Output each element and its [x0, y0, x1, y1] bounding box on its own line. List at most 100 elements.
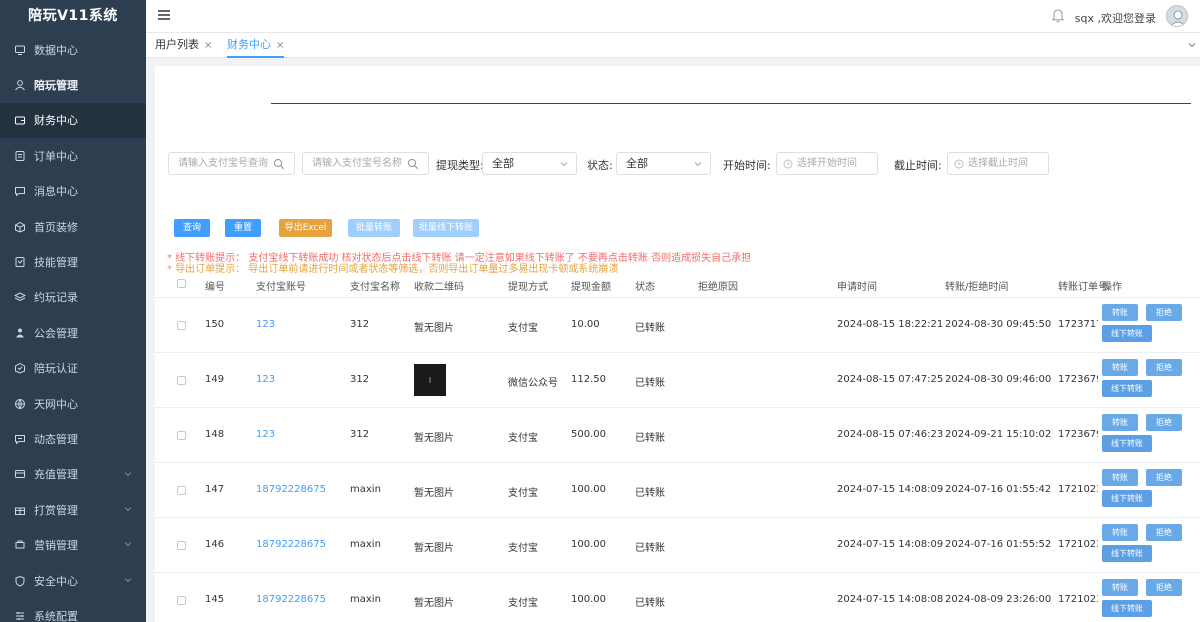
offline-transfer-button[interactable]: 线下转账: [1102, 600, 1152, 617]
sidebar-item-17[interactable]: 系统配置: [0, 598, 146, 622]
sidebar-item-label: 充值管理: [34, 468, 78, 482]
sidebar-item-16[interactable]: 安全中心: [0, 563, 146, 598]
menu-toggle-icon[interactable]: [158, 10, 170, 20]
offline-transfer-button[interactable]: 线下转账: [1102, 490, 1152, 507]
bell-icon[interactable]: [1050, 8, 1066, 24]
transfer-button[interactable]: 转账: [1102, 469, 1138, 486]
select-all-checkbox[interactable]: [177, 279, 186, 288]
batch-transfer-button[interactable]: 批量转账: [348, 219, 400, 237]
sidebar-item-8[interactable]: 约玩记录: [0, 280, 146, 315]
sidebar-item-label: 动态管理: [34, 432, 78, 446]
reset-button[interactable]: 重置: [225, 219, 261, 237]
cell-alipay-account[interactable]: 123: [256, 319, 275, 330]
end-time-picker[interactable]: 选择截止时间: [947, 152, 1049, 175]
withdraw-type-select[interactable]: 全部: [482, 152, 577, 175]
cell-qr-code: 暂无图片: [414, 598, 454, 609]
cell-qr-code: 暂无图片: [414, 543, 454, 554]
export-excel-button[interactable]: 导出Excel: [279, 219, 332, 237]
qr-code-image[interactable]: [414, 364, 446, 396]
row-checkbox[interactable]: [177, 541, 186, 550]
cell-alipay-account[interactable]: 18792228675: [256, 594, 326, 605]
sidebar-item-14[interactable]: 打赏管理: [0, 492, 146, 527]
sidebar-item-15[interactable]: 营销管理: [0, 527, 146, 562]
chevron-down-icon: [694, 162, 702, 167]
transfer-button[interactable]: 转账: [1102, 524, 1138, 541]
cell-alipay-account[interactable]: 18792228675: [256, 539, 326, 550]
close-icon[interactable]: ×: [204, 40, 212, 51]
transfer-button[interactable]: 转账: [1102, 579, 1138, 596]
sidebar-item-4[interactable]: 订单中心: [0, 138, 146, 173]
col-header-apply-time: 申请时间: [837, 282, 877, 293]
tab-finance-center[interactable]: 财务中心 ×: [227, 33, 285, 58]
box-icon: [14, 221, 26, 233]
alipay-name-search-input[interactable]: 请输入支付宝号名称: [302, 152, 429, 175]
reject-button[interactable]: 拒绝: [1146, 469, 1182, 486]
sidebar-item-13[interactable]: 充值管理: [0, 457, 146, 492]
search-icon[interactable]: [407, 158, 419, 170]
sidebar-item-6[interactable]: 首页装修: [0, 209, 146, 244]
reject-button[interactable]: 拒绝: [1146, 359, 1182, 376]
offline-transfer-button[interactable]: 线下转账: [1102, 380, 1152, 397]
settings-icon: [14, 610, 26, 622]
row-checkbox[interactable]: [177, 486, 186, 495]
avatar[interactable]: [1166, 5, 1188, 27]
offline-transfer-button[interactable]: 线下转账: [1102, 325, 1152, 342]
chevron-down-icon[interactable]: [1188, 41, 1196, 49]
cell-apply-time: 2024-07-15 14:08:08: [837, 594, 944, 605]
col-header-withdraw-method: 提现方式: [508, 282, 548, 293]
search-icon[interactable]: [273, 158, 285, 170]
reject-button[interactable]: 拒绝: [1146, 524, 1182, 541]
transfer-button[interactable]: 转账: [1102, 304, 1138, 321]
chevron-down-icon: [124, 471, 132, 476]
row-divider: [155, 572, 1200, 573]
cell-withdraw-method: 微信公众号: [508, 378, 558, 389]
cell-withdraw-method: 支付宝: [508, 598, 538, 609]
row-divider: [155, 297, 1200, 298]
tab-user-list[interactable]: 用户列表 ×: [155, 33, 212, 58]
cell-withdraw-method: 支付宝: [508, 543, 538, 554]
sidebar-item-7[interactable]: 技能管理: [0, 244, 146, 279]
reject-button[interactable]: 拒绝: [1146, 579, 1182, 596]
status-select[interactable]: 全部: [616, 152, 711, 175]
query-button[interactable]: 查询: [174, 219, 210, 237]
cell-alipay-account[interactable]: 123: [256, 374, 275, 385]
transfer-button[interactable]: 转账: [1102, 359, 1138, 376]
col-header-status: 状态: [635, 282, 655, 293]
offline-transfer-button[interactable]: 线下转账: [1102, 435, 1152, 452]
row-checkbox[interactable]: [177, 431, 186, 440]
reject-button[interactable]: 拒绝: [1146, 304, 1182, 321]
sidebar-item-10[interactable]: 陪玩认证: [0, 351, 146, 386]
sidebar-item-9[interactable]: 公会管理: [0, 315, 146, 350]
sidebar-item-11[interactable]: 天网中心: [0, 386, 146, 421]
col-header-alipay-name: 支付宝名称: [350, 282, 400, 293]
sidebar-item-label: 安全中心: [34, 574, 78, 588]
sidebar-item-3[interactable]: 财务中心: [0, 102, 146, 139]
sidebar-item-5[interactable]: 消息中心: [0, 174, 146, 209]
cell-status: 已转账: [635, 378, 665, 389]
sidebar-item-2[interactable]: 陪玩管理: [0, 67, 146, 102]
transfer-button[interactable]: 转账: [1102, 414, 1138, 431]
batch-offline-transfer-button[interactable]: 批量线下转账: [413, 219, 479, 237]
row-checkbox[interactable]: [177, 321, 186, 330]
sidebar-item-label: 打赏管理: [34, 503, 78, 517]
close-icon[interactable]: ×: [276, 40, 284, 51]
cell-alipay-account[interactable]: 123: [256, 429, 275, 440]
row-divider: [155, 407, 1200, 408]
reject-button[interactable]: 拒绝: [1146, 414, 1182, 431]
sidebar-menu: 数据中心 陪玩管理 财务中心 订单中心 消息中心 首页装修 技能管理 约玩记录 公会管理 陪玩认证…: [0, 32, 146, 622]
offline-transfer-button[interactable]: 线下转账: [1102, 545, 1152, 562]
alipay-account-search-input[interactable]: 请输入支付宝号查询: [168, 152, 295, 175]
cell-alipay-account[interactable]: 18792228675: [256, 484, 326, 495]
sidebar-item-1[interactable]: 数据中心: [0, 32, 146, 67]
sidebar-item-12[interactable]: 动态管理: [0, 421, 146, 456]
marketing-icon: [14, 539, 26, 551]
row-checkbox[interactable]: [177, 596, 186, 605]
clock-icon: [954, 159, 964, 169]
cell-id: 148: [205, 429, 225, 440]
row-checkbox[interactable]: [177, 376, 186, 385]
cell-order-no: 17236792: [1058, 374, 1098, 385]
start-time-picker[interactable]: 选择开始时间: [776, 152, 878, 175]
app-title: 陪玩V11系统: [28, 8, 118, 24]
cell-order-no: 17236791: [1058, 429, 1098, 440]
cell-status: 已转账: [635, 598, 665, 609]
